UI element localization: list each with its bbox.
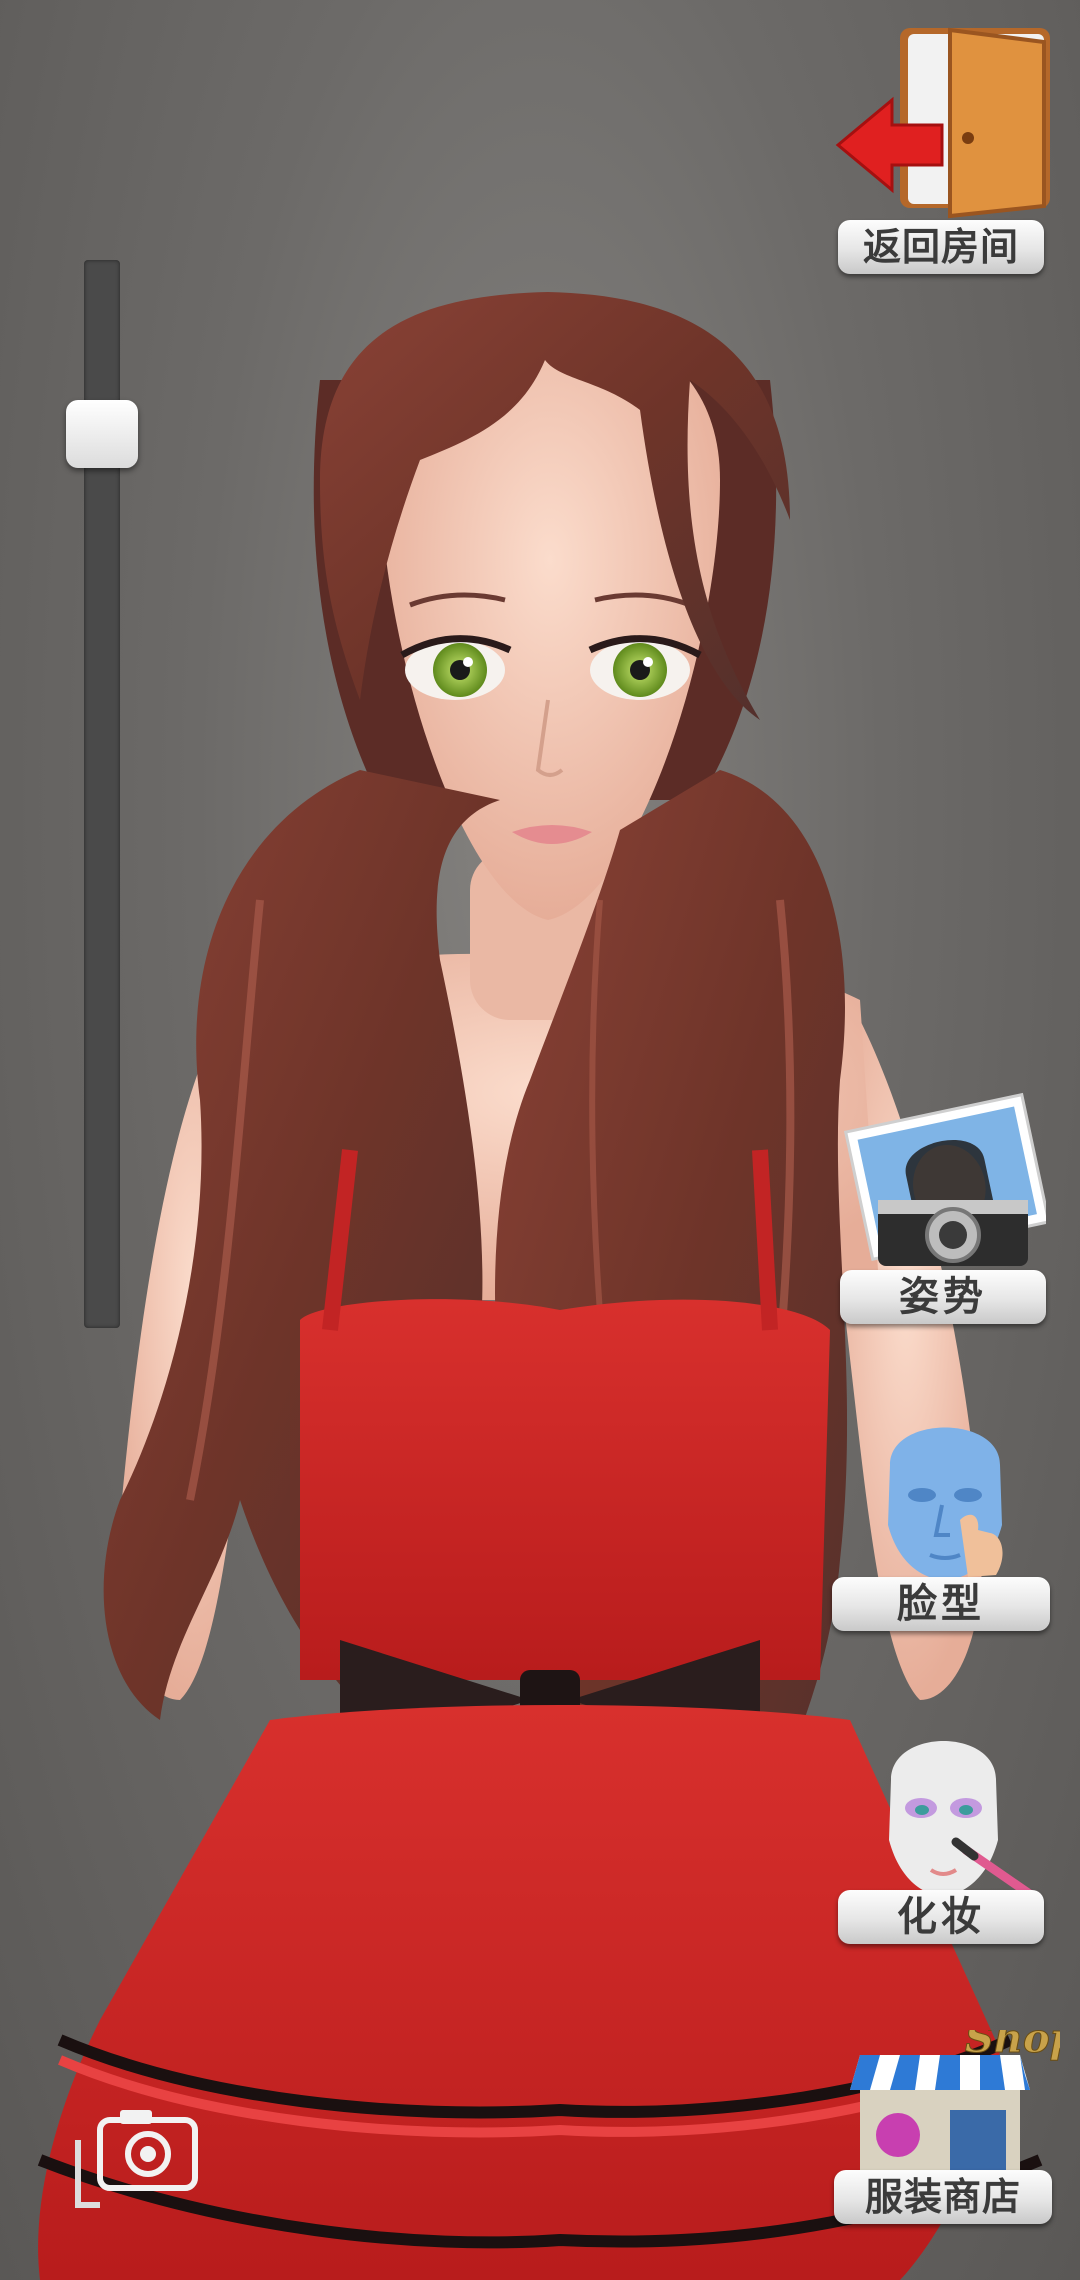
zoom-slider[interactable] <box>66 260 138 1328</box>
photo-camera-icon <box>843 1092 1046 1266</box>
clothing-shop-button[interactable]: Shop 服装商店 <box>830 2030 1060 2270</box>
makeup-brush-icon <box>889 1741 1036 1900</box>
pose-label: 姿势 <box>840 1270 1046 1324</box>
shop-sign-text: Shop <box>965 2030 1060 2062</box>
pose-button[interactable]: 姿势 <box>836 1090 1056 1330</box>
shop-storefront-icon: Shop <box>850 2030 1060 2180</box>
back-to-room-label: 返回房间 <box>838 220 1044 274</box>
clothing-shop-label: 服装商店 <box>834 2170 1052 2224</box>
camera-icon <box>75 2110 198 2208</box>
face-shape-label: 脸型 <box>832 1577 1050 1631</box>
makeup-label: 化妆 <box>838 1890 1044 1944</box>
screenshot-button[interactable] <box>70 2100 210 2220</box>
face-model-icon <box>888 1427 1003 1580</box>
game-scene: 返回房间 姿势 脸型 化妆 Sho 服装商店 <box>0 0 1080 2280</box>
makeup-button[interactable]: 化妆 <box>836 1710 1056 1950</box>
door-exit-icon <box>835 27 1050 219</box>
character-dress-bodice <box>300 1299 830 1680</box>
zoom-slider-thumb[interactable] <box>66 400 138 468</box>
face-shape-button[interactable]: 脸型 <box>830 1395 1060 1635</box>
back-to-room-button[interactable]: 返回房间 <box>830 20 1060 274</box>
